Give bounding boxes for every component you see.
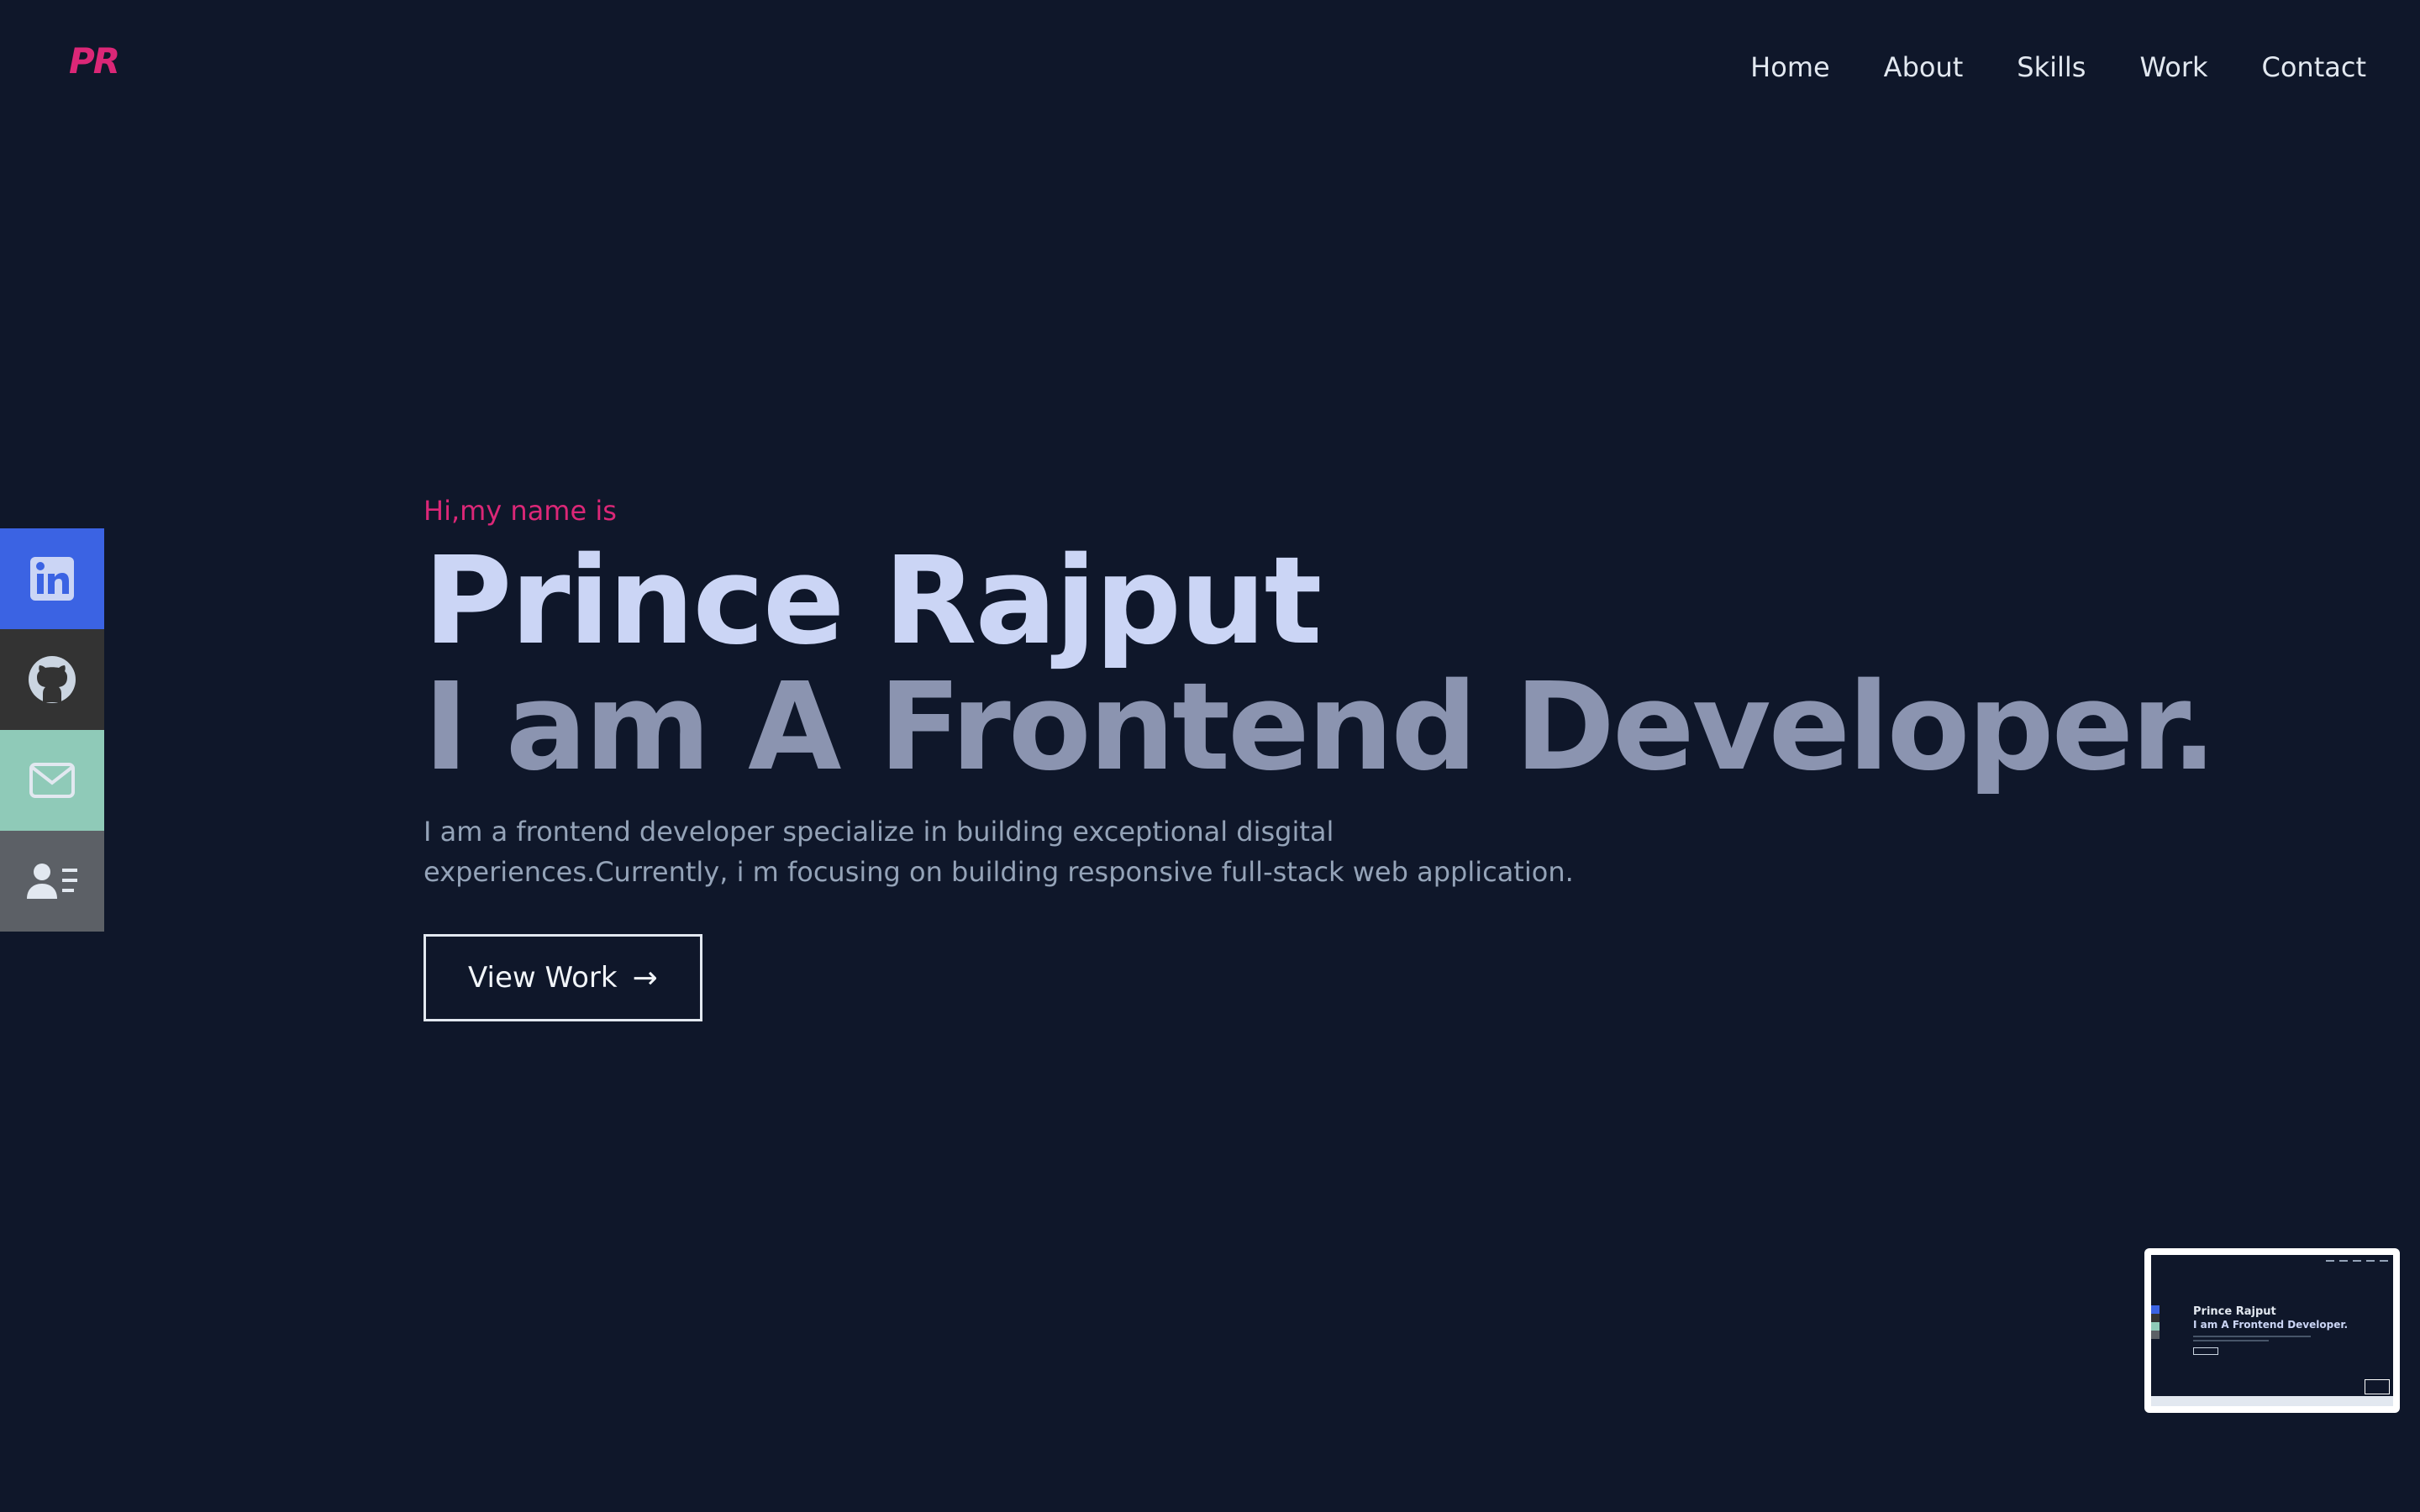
mail-icon <box>29 763 75 798</box>
github-link[interactable] <box>0 629 104 730</box>
hero-section: Hi,my name is Prince Rajput I am A Front… <box>424 492 2217 1021</box>
github-icon <box>29 656 76 703</box>
main-nav: Home About Skills Work Contact <box>1750 47 2366 87</box>
preview-role: I am A Frontend Developer. <box>2193 1319 2349 1331</box>
preview-nav <box>2326 1260 2388 1262</box>
linkedin-icon <box>30 557 74 601</box>
preview-button <box>2193 1347 2218 1355</box>
preview-text-line <box>2193 1336 2311 1337</box>
preview-footer <box>2151 1396 2393 1406</box>
preview-social <box>2151 1305 2160 1339</box>
nav-skills[interactable]: Skills <box>2017 47 2086 87</box>
nav-home[interactable]: Home <box>1750 47 1830 87</box>
hero-role: I am A Frontend Developer. <box>424 656 2217 797</box>
preview-mini-thumbnail <box>2365 1379 2390 1394</box>
preview-name: Prince Rajput <box>2193 1305 2276 1318</box>
page-preview-thumbnail[interactable]: Prince Rajput I am A Frontend Developer. <box>2144 1248 2400 1413</box>
linkedin-link[interactable] <box>0 528 104 629</box>
nav-about[interactable]: About <box>1884 47 1964 87</box>
hero-description: I am a frontend developer specialize in … <box>424 816 1574 888</box>
resume-link[interactable] <box>0 831 104 932</box>
nav-contact[interactable]: Contact <box>2262 47 2367 87</box>
arrow-right-icon: → <box>632 960 658 995</box>
contact-card-icon <box>27 864 77 899</box>
nav-work[interactable]: Work <box>2139 47 2207 87</box>
greeting-text: Hi,my name is <box>424 495 617 527</box>
social-sidebar <box>0 528 104 932</box>
email-link[interactable] <box>0 730 104 831</box>
page: PR Home About Skills Work Contact Hi,my … <box>0 0 2420 1512</box>
view-work-label: View Work <box>468 961 618 995</box>
preview-text-line <box>2193 1340 2269 1341</box>
view-work-button[interactable]: View Work → <box>424 934 702 1021</box>
preview-screen: Prince Rajput I am A Frontend Developer. <box>2151 1255 2393 1406</box>
logo[interactable]: PR <box>69 40 120 81</box>
hero-name: Prince Rajput <box>424 530 1322 671</box>
